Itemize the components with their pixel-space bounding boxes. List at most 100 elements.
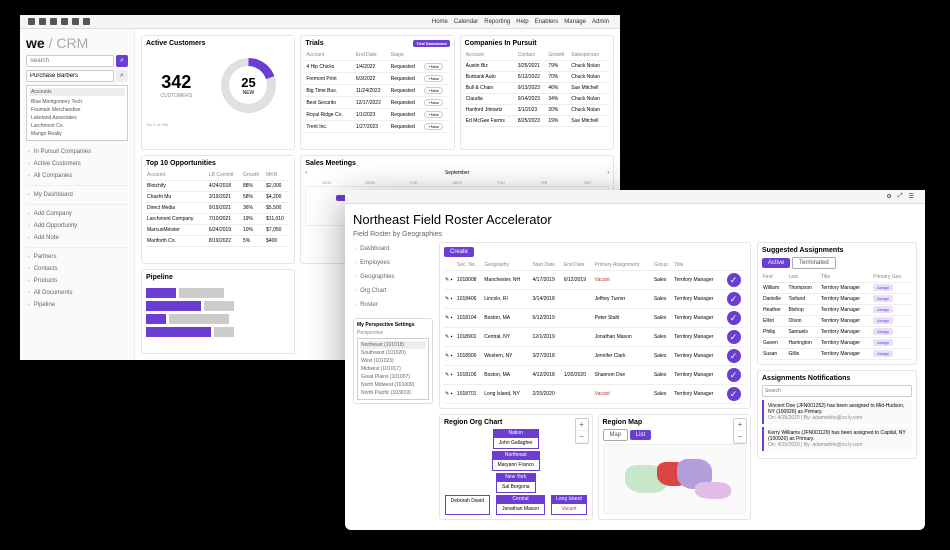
table-row[interactable]: Fremont Print6/3/2022Requested+New (305, 73, 449, 85)
zoom-in[interactable]: + (576, 419, 588, 431)
table-row[interactable]: Trent Inc.1/27/2023Requested+New (305, 121, 449, 133)
active-tab[interactable]: Active (762, 258, 790, 268)
sidebar-item-mydashboard[interactable]: My Dashboard (26, 189, 128, 201)
notification-item[interactable]: Kerry Williams (JFN001129) has been assi… (762, 427, 912, 451)
assign-button[interactable]: Assign (873, 350, 893, 357)
table-row[interactable]: HeatherBishopTerritory ManagerAssign (762, 305, 912, 316)
card-title: Trials (305, 40, 323, 47)
dropdown-option[interactable]: Mango Realty (29, 130, 125, 138)
table-row[interactable]: Best Securito12/17/2022Requested+New (305, 97, 449, 109)
sidebar-item-addopp[interactable]: Add Opportunity (26, 220, 128, 232)
settings-icon[interactable]: ⚙ (886, 193, 891, 200)
sidebar-item-dashboard[interactable]: Dashboard (353, 242, 433, 256)
table-row[interactable]: PhilipSamuelsTerritory ManagerAssign (762, 327, 912, 338)
table-row[interactable]: SusanGillisTerritory ManagerAssign (762, 349, 912, 360)
roster-table-card: Create Sec. No.GeographyStart DateEnd Da… (439, 242, 751, 409)
dropdown-option[interactable]: Lakeland Associates (29, 114, 125, 122)
terminated-tab[interactable]: Terminated (792, 257, 836, 269)
table-row[interactable]: ✎ ▪1018104Boston, MA6/12/2019Peter Stahl… (444, 309, 746, 328)
table-row[interactable]: Hanford Jitmartz3/1/202320%Chuck Nolan (465, 105, 609, 116)
table-row[interactable]: ✎ ▪1018901Central, NY12/1/2019Jonathan M… (444, 328, 746, 347)
table-row[interactable]: DanielleTarfundTerritory ManagerAssign (762, 294, 912, 305)
nav-admin[interactable]: Admin (592, 19, 609, 25)
expand-icon[interactable]: ⤢ (898, 193, 903, 200)
sidebar-item-employees[interactable]: Employees (353, 256, 433, 270)
nav-enablers[interactable]: Enablers (535, 19, 559, 25)
table-row[interactable]: Big Time Bus.11/24/2022Requested+New (305, 85, 449, 97)
sidebar-item-active[interactable]: Active Customers (26, 158, 128, 170)
table-row[interactable]: ✎ ▪1018008Manchester, NH4/17/20196/12/20… (444, 271, 746, 290)
assign-button[interactable]: Assign (873, 284, 893, 291)
nav-manage[interactable]: Manage (564, 19, 586, 25)
table-row[interactable]: Mariforth Co.8/19/20225%$400 (146, 236, 290, 247)
sidebar-item-orgchart[interactable]: Org Chart (353, 284, 433, 298)
sidebar-item-partners[interactable]: Partners (26, 251, 128, 263)
cal-next[interactable]: › (607, 170, 609, 176)
notif-search[interactable] (762, 385, 912, 397)
region-map[interactable] (603, 444, 747, 514)
table-row[interactable]: Ed McGee Farms8/25/202319%Sue Mitchell (465, 116, 609, 127)
menu-icon[interactable]: ☰ (909, 193, 914, 200)
sidebar-item-addnote[interactable]: Add Note (26, 232, 128, 244)
assign-button[interactable]: Assign (873, 339, 893, 346)
table-row[interactable]: WilliamThompsonTerritory ManagerAssign (762, 283, 912, 294)
dropdown-option[interactable]: Blue Montgomery Tech (29, 98, 125, 106)
create-button[interactable]: Create (444, 247, 474, 257)
table-row[interactable]: Bull & Chain9/13/202346%Sue Mitchell (465, 83, 609, 94)
sidebar-item-geographies[interactable]: Geographies (353, 270, 433, 284)
table-row[interactable]: Austin Biz3/25/202179%Chuck Nolan (465, 61, 609, 72)
sidebar-item-addcompany[interactable]: Add Company (26, 208, 128, 220)
nav-reporting[interactable]: Reporting (484, 19, 510, 25)
table-row[interactable]: Blotchify4/24/201888%$2,000 (146, 181, 290, 192)
zoom-in[interactable]: + (734, 419, 746, 431)
table-row[interactable]: Chasht Mu3/19/202158%$4,200 (146, 192, 290, 203)
zoom-out[interactable]: − (576, 431, 588, 443)
table-row[interactable]: Larchmont Company7/10/202119%$11,010 (146, 214, 290, 225)
sidebar-item-contacts[interactable]: Contacts (26, 263, 128, 275)
dropdown-option[interactable]: Fountain Merchandise (29, 106, 125, 114)
table-row[interactable]: GavenHarringtonTerritory ManagerAssign (762, 338, 912, 349)
sidebar-item-alldocs[interactable]: All Documents (26, 287, 128, 299)
table-row[interactable]: 4 Hip Chicks1/4/2022Requested+New (305, 61, 449, 73)
table-row[interactable]: Royal Ridge Co.1/1/2023Requested+New (305, 109, 449, 121)
trial-dashboard-tag[interactable]: Trial Dashboard (413, 40, 449, 47)
dropdown-option[interactable]: Larchmont Co. (29, 122, 125, 130)
nav-calendar[interactable]: Calendar (454, 19, 478, 25)
table-row[interactable]: ✎ ▪1018701Long Island, NY2/20/2020Vacant… (444, 385, 746, 404)
search-button[interactable]: ⌕ (116, 55, 128, 67)
table-row[interactable]: ✎ ▪1018406Lincoln, RI3/14/2018Jeffrey Tu… (444, 290, 746, 309)
assign-button[interactable]: Assign (873, 317, 893, 324)
nav-home[interactable]: Home (432, 19, 448, 25)
assign-button[interactable]: Assign (873, 295, 893, 302)
sidebar-item-roster[interactable]: Roster (353, 298, 433, 312)
company-select[interactable] (26, 70, 114, 82)
perspective-dropdown[interactable]: Northeast (101018) Southwest (101020) We… (357, 338, 429, 400)
table-row[interactable]: MarcusMeister6/24/201910%$7,050 (146, 225, 290, 236)
company-dropdown[interactable]: Accounts Blue Montgomery Tech Fountain M… (26, 85, 128, 141)
sidebar-item-pursuit[interactable]: In Pursuit Companies (26, 146, 128, 158)
table-row[interactable]: Burbank Auto5/12/202270%Chuck Nolan (465, 72, 609, 83)
table-row[interactable]: ✎ ▪1018900Western, NY3/27/2018Jennifer C… (444, 347, 746, 366)
search-input[interactable] (26, 55, 114, 67)
assign-button[interactable]: Assign (873, 328, 893, 335)
suggested-assignments-card: Suggested Assignments Active Terminated … (757, 242, 917, 365)
perspective-settings: My Perspective Settings Perspective Nort… (353, 318, 433, 404)
footnote: Top 1 of 289 (146, 122, 290, 127)
sidebar-item-pipeline[interactable]: Pipeline (26, 299, 128, 311)
card-title: Sales Meetings (305, 160, 356, 167)
table-row[interactable]: ElliotOlsonTerritory ManagerAssign (762, 316, 912, 327)
sidebar-item-products[interactable]: Products (26, 275, 128, 287)
table-row[interactable]: Direct Media9/19/202136%$5,500 (146, 203, 290, 214)
company-search-icon[interactable]: ⌕ (116, 70, 128, 82)
map-view-button[interactable]: Map (603, 429, 629, 441)
zoom-out[interactable]: − (734, 431, 746, 443)
cal-prev[interactable]: ‹ (305, 170, 307, 176)
table-row[interactable]: ✎ ▪1018106Boston, MA4/12/20181/20/2020Sh… (444, 366, 746, 385)
nav-help[interactable]: Help (516, 19, 528, 25)
card-title: Pipeline (146, 274, 173, 281)
assign-button[interactable]: Assign (873, 306, 893, 313)
list-view-button[interactable]: List (630, 430, 651, 440)
notification-item[interactable]: Vincent Doe (JFN001252) has been assigne… (762, 400, 912, 424)
table-row[interactable]: Claudia9/14/202334%Chuck Nolan (465, 94, 609, 105)
sidebar-item-allcompanies[interactable]: All Companies (26, 170, 128, 182)
